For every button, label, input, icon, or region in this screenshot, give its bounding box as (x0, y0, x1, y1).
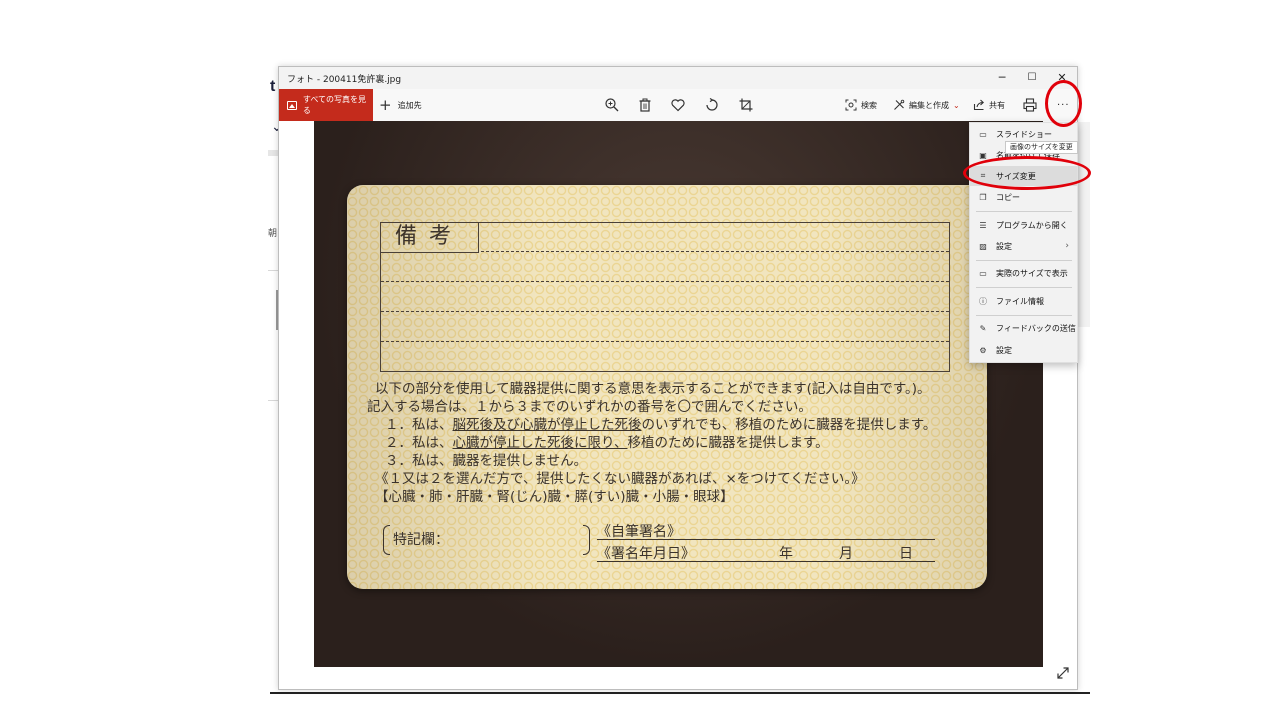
all-photos-button[interactable]: すべての写真を見る (279, 89, 373, 121)
share-button[interactable]: 共有 (973, 89, 1005, 121)
background-app-text-fragment: 朝 (268, 229, 278, 239)
visual-search-icon (845, 99, 857, 111)
share-label: 共有 (989, 100, 1005, 110)
menu-item-label: スライドショー (996, 129, 1052, 139)
remarks-dashed-line (381, 341, 949, 342)
year-label: 年 (779, 546, 793, 562)
license-card-back: 備考 以下の部分を使用して臓器提供に関する意思を表示することができます(記入は自… (347, 185, 987, 589)
menu-item-file-info[interactable]: ⓘ ファイル情報 (970, 291, 1077, 311)
resize-tooltip: 画像のサイズを変更 (1005, 141, 1078, 154)
background-app-bottom-border (270, 692, 1090, 694)
share-icon (973, 99, 985, 111)
rotate-icon[interactable] (704, 97, 720, 113)
annotation-ring-more-options (1045, 80, 1082, 127)
expand-icon[interactable] (1055, 665, 1071, 681)
menu-item-label: プログラムから開く (996, 220, 1068, 230)
add-to-button[interactable]: + 追加先 (379, 89, 422, 121)
remarks-dashed-line (381, 281, 949, 282)
add-to-label: 追加先 (397, 100, 422, 110)
menu-item-label: 設定 (996, 241, 1012, 251)
favorite-heart-icon[interactable] (670, 97, 686, 113)
option-2-suffix: 移植のために臓器を提供します。 (627, 435, 829, 451)
special-bracket-right (583, 525, 590, 555)
info-icon: ⓘ (979, 296, 987, 306)
card-text-line: 以下の部分を使用して臓器提供に関する意思を表示することができます(記入は自由です… (375, 381, 931, 397)
card-text-line: 記入する場合は、１から３までのいずれかの番号を〇で囲んでください。 (367, 399, 812, 415)
menu-separator (976, 211, 1072, 212)
option-1-underlined: 脳死後及び心臓が停止した死後 (452, 417, 642, 433)
background-app-fragment: t (270, 78, 276, 95)
menu-item-label: ファイル情報 (996, 296, 1044, 306)
edit-create-label: 編集と作成 (909, 100, 949, 110)
edit-create-icon (894, 99, 905, 110)
print-icon[interactable] (1022, 97, 1038, 113)
photo-viewer[interactable]: 備考 以下の部分を使用して臓器提供に関する意思を表示することができます(記入は自… (314, 121, 1043, 667)
open-with-icon: ☰ (979, 220, 987, 230)
menu-item-settings[interactable]: ⚙ 設定 (970, 340, 1077, 360)
menu-item-label: フィードバックの送信 (996, 323, 1076, 333)
delete-icon[interactable] (637, 97, 653, 113)
title-bar[interactable]: フォト - 200411免許裏.jpg ─ ☐ ✕ (279, 67, 1077, 89)
menu-item-feedback[interactable]: ✎ フィードバックの送信 (970, 318, 1077, 338)
remarks-box: 備考 (380, 222, 950, 372)
day-label: 日 (899, 546, 913, 562)
date-line (597, 561, 935, 562)
chevron-right-icon: › (1065, 241, 1069, 251)
option-2-underlined: 心臓が停止した死後に限り、 (452, 435, 628, 451)
feedback-icon: ✎ (979, 323, 987, 333)
option-1-prefix: １．私は、 (385, 417, 453, 433)
menu-item-copy[interactable]: ❐ コピー (970, 187, 1077, 207)
special-notes-label: 特記欄： (393, 532, 449, 548)
organs-line: 【心臓・肺・肝臓・腎(じん)臓・膵(すい)臓・小腸・眼球】 (375, 489, 734, 505)
edit-create-button[interactable]: 編集と作成 ⌄ (893, 89, 960, 121)
settings-icon: ⚙ (979, 345, 987, 355)
option-1-line: １．私は、脳死後及び心臓が停止した死後のいずれでも、移植のために臓器を提供します… (385, 417, 995, 434)
toolbar: すべての写真を見る + 追加先 検索 編集と作成 ⌄ 共有 ··· (279, 89, 1077, 121)
option-1-suffix: のいずれでも、移植のために臓器を提供します。 (641, 417, 937, 433)
zoom-in-icon[interactable] (604, 97, 620, 113)
menu-separator (976, 287, 1072, 288)
menu-item-label: 実際のサイズで表示 (996, 268, 1068, 278)
menu-separator (976, 260, 1072, 261)
signature-line (597, 539, 935, 540)
save-icon: ▣ (979, 150, 987, 160)
remarks-label: 備考 (381, 223, 479, 253)
note-line: 《１又は２を選んだ方で、提供したくない臓器があれば、×をつけてください。》 (375, 471, 865, 487)
menu-item-label: コピー (996, 192, 1020, 202)
special-bracket-left (383, 525, 390, 555)
set-as-icon: ▨ (979, 241, 987, 251)
crop-icon[interactable] (738, 97, 754, 113)
chevron-down-icon: ⌄ (953, 100, 960, 110)
window-title: フォト - 200411免許裏.jpg (287, 75, 402, 85)
option-3-line: ３．私は、臓器を提供しません。 (385, 453, 588, 469)
plus-icon: + (379, 95, 392, 114)
month-label: 月 (839, 546, 853, 562)
minimize-button[interactable]: ─ (987, 67, 1017, 89)
menu-item-label: 設定 (996, 345, 1012, 355)
menu-separator (976, 315, 1072, 316)
search-label: 検索 (861, 100, 877, 110)
maximize-button[interactable]: ☐ (1017, 67, 1047, 89)
menu-item-actual-size[interactable]: ▭ 実際のサイズで表示 (970, 263, 1077, 283)
signature-date-label: 《署名年月日》 (597, 546, 695, 562)
photo-icon (287, 100, 297, 110)
signature-label: 《自筆署名》 (597, 524, 681, 540)
annotation-ring-resize (963, 156, 1091, 190)
photos-window: フォト - 200411免許裏.jpg ─ ☐ ✕ すべての写真を見る + 追加… (278, 66, 1078, 690)
slideshow-icon: ▭ (979, 129, 987, 139)
option-2-prefix: ２．私は、 (385, 435, 453, 451)
copy-icon: ❐ (979, 192, 987, 202)
remarks-dashed-line (381, 311, 949, 312)
all-photos-label: すべての写真を見る (302, 95, 367, 115)
option-2-line: ２．私は、心臓が停止した死後に限り、移植のために臓器を提供します。 (385, 435, 995, 452)
search-button[interactable]: 検索 (845, 89, 877, 121)
menu-item-open-with[interactable]: ☰ プログラムから開く (970, 215, 1077, 235)
remarks-dashed-line (481, 251, 949, 252)
actual-size-icon: ▭ (979, 268, 987, 278)
menu-item-set-as[interactable]: ▨ 設定 › (970, 236, 1077, 256)
background-app-panel (1078, 122, 1090, 327)
